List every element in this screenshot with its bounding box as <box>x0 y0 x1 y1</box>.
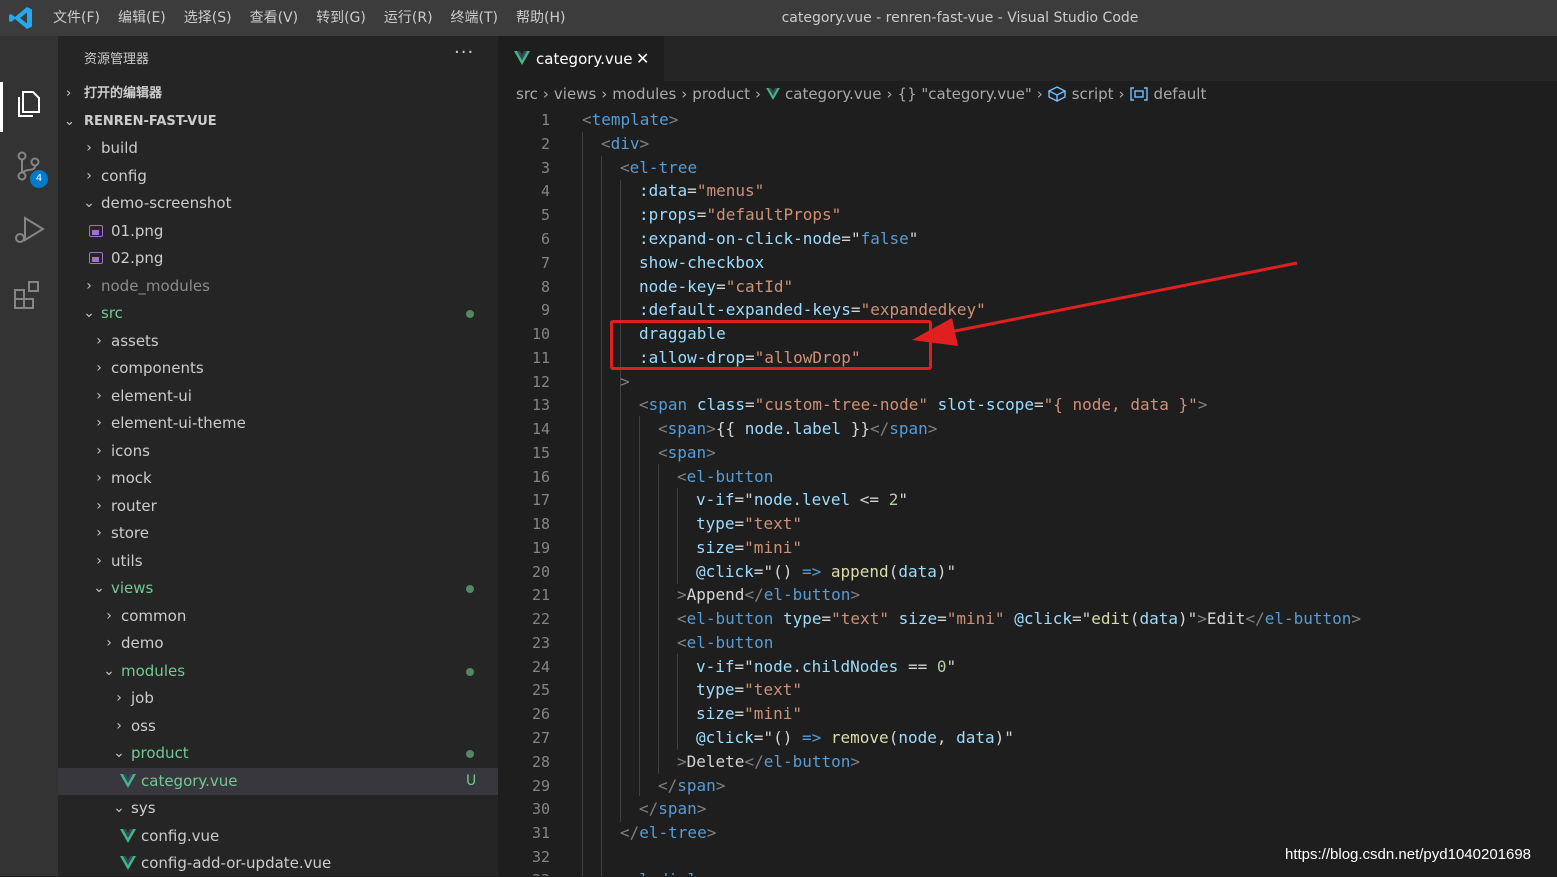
annotation-arrow-icon <box>912 261 1298 346</box>
watermark: https://blog.csdn.net/pyd1040201698 <box>1285 846 1532 863</box>
